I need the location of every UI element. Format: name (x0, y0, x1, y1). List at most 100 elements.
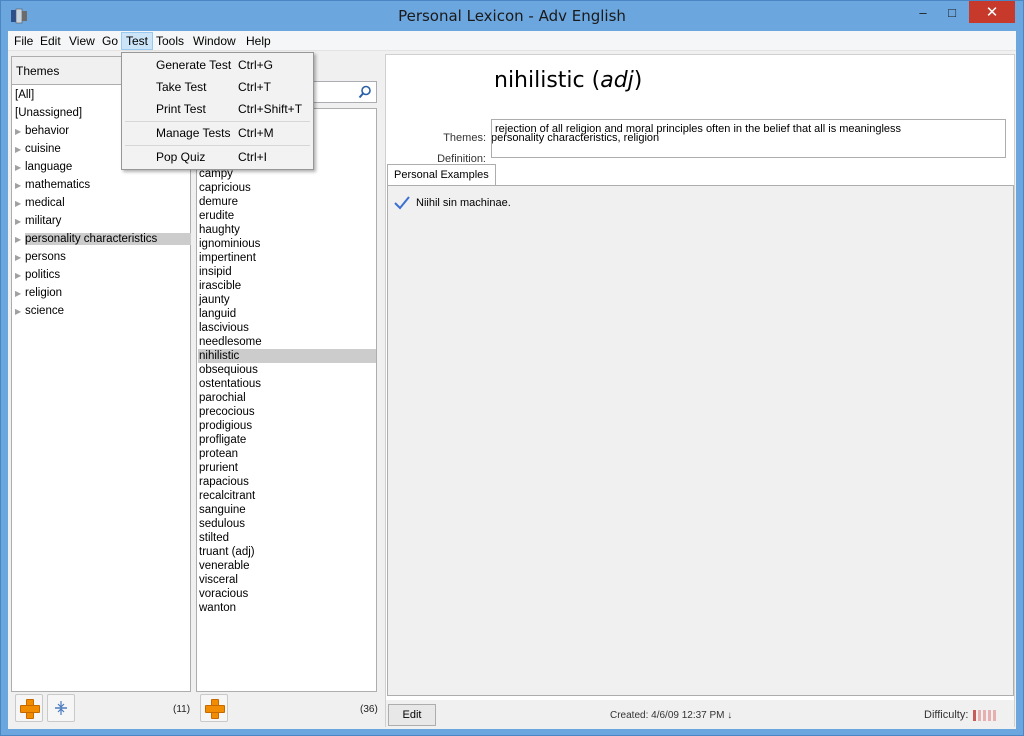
expand-arrow-icon[interactable]: ▶ (15, 231, 25, 249)
title-bar: Personal Lexicon - Adv English – □ ✕ (1, 1, 1023, 31)
expand-arrow-icon[interactable]: ▶ (15, 159, 25, 177)
word-list-item[interactable]: obsequious (198, 363, 376, 377)
theme-item[interactable]: ▶ military (15, 212, 61, 230)
word-list-item[interactable]: stilted (198, 531, 376, 545)
word-list-item[interactable]: voracious (198, 587, 376, 601)
word-list-item[interactable]: nihilistic (198, 349, 376, 363)
word-list-item[interactable]: lascivious (198, 321, 376, 335)
part-of-speech: adj (600, 68, 634, 93)
definition-field[interactable]: rejection of all religion and moral prin… (491, 119, 1006, 158)
theme-label: science (25, 305, 64, 317)
word-list-item[interactable]: prodigious (198, 419, 376, 433)
menu-item-label: Take Test (156, 80, 207, 94)
word-list-item[interactable]: languid (198, 307, 376, 321)
expand-arrow-icon[interactable]: ▶ (15, 249, 25, 267)
word-list-item[interactable]: sanguine (198, 503, 376, 517)
minimize-button[interactable]: – (909, 1, 937, 23)
theme-label: [Unassigned] (15, 107, 83, 119)
word-list-item[interactable]: irascible (198, 279, 376, 293)
word-list-item[interactable]: insipid (198, 265, 376, 279)
menu-print-test[interactable]: Print Test Ctrl+Shift+T (123, 98, 312, 120)
word-title: nihilistic (adj) (494, 68, 643, 93)
menu-item-shortcut: Ctrl+I (238, 150, 268, 164)
words-toolbar: (36) (196, 692, 378, 726)
theme-item[interactable]: ▶ religion (15, 284, 62, 302)
theme-label: persons (25, 251, 66, 263)
theme-item[interactable]: ▶ behavior (15, 122, 69, 140)
expand-arrow-icon[interactable]: ▶ (15, 195, 25, 213)
word-list-item[interactable]: erudite (198, 209, 376, 223)
test-menu-dropdown: Generate Test Ctrl+G Take Test Ctrl+T Pr… (121, 52, 314, 170)
theme-item[interactable]: ▶ mathematics (15, 176, 90, 194)
word-list-item[interactable]: wanton (198, 601, 376, 615)
word-list-item[interactable]: ostentatious (198, 377, 376, 391)
menu-item-label: Manage Tests (156, 126, 231, 140)
search-icon[interactable] (358, 85, 372, 99)
word-list-item[interactable]: protean (198, 447, 376, 461)
tab-personal-examples[interactable]: Personal Examples (387, 164, 496, 186)
word-count: (36) (360, 704, 378, 715)
expand-arrow-icon[interactable]: ▶ (15, 285, 25, 303)
theme-item[interactable]: ▶ language (15, 158, 72, 176)
menu-test[interactable]: Test (121, 32, 154, 50)
collapse-icon (55, 701, 67, 715)
theme-label: language (25, 161, 73, 173)
window-title: Personal Lexicon - Adv English (398, 7, 626, 25)
menu-window[interactable]: Window (189, 32, 240, 50)
word-list-item[interactable]: impertinent (198, 251, 376, 265)
theme-item[interactable]: ▶ persons (15, 248, 66, 266)
menu-pop-quiz[interactable]: Pop Quiz Ctrl+I (123, 146, 312, 168)
collapse-button[interactable] (47, 694, 75, 722)
maximize-button[interactable]: □ (938, 1, 966, 23)
expand-arrow-icon[interactable]: ▶ (15, 123, 25, 141)
menu-file[interactable]: File (10, 32, 37, 50)
menu-edit[interactable]: Edit (36, 32, 65, 50)
expand-arrow-icon[interactable]: ▶ (15, 213, 25, 231)
theme-item[interactable]: [All] (15, 86, 34, 104)
theme-item[interactable]: ▶ politics (15, 266, 60, 284)
word-list-item[interactable]: jaunty (198, 293, 376, 307)
add-word-button[interactable] (200, 694, 228, 722)
word-list-item[interactable]: ignominious (198, 237, 376, 251)
edit-button[interactable]: Edit (388, 704, 436, 726)
menu-manage-tests[interactable]: Manage Tests Ctrl+M (123, 122, 312, 144)
word-list-item[interactable]: visceral (198, 573, 376, 587)
theme-item[interactable]: ▶ cuisine (15, 140, 61, 158)
word-list-item[interactable]: rapacious (198, 475, 376, 489)
expand-arrow-icon[interactable]: ▶ (15, 303, 25, 321)
word-list-item[interactable]: precocious (198, 405, 376, 419)
difficulty-indicator[interactable]: Difficulty: (924, 709, 998, 721)
theme-label: cuisine (25, 143, 61, 155)
word-list-item[interactable]: capricious (198, 181, 376, 195)
example-item[interactable]: Niihil sin machinae. (394, 196, 511, 210)
word-list-item[interactable]: prurient (198, 461, 376, 475)
add-theme-button[interactable] (15, 694, 43, 722)
menu-take-test[interactable]: Take Test Ctrl+T (123, 76, 312, 98)
word-list-item[interactable]: parochial (198, 391, 376, 405)
word-list-item[interactable]: sedulous (198, 517, 376, 531)
menu-go[interactable]: Go (98, 32, 122, 50)
theme-item[interactable]: ▶ personality characteristics (15, 230, 192, 249)
word-list-item[interactable]: truant (adj) (198, 545, 376, 559)
close-button[interactable]: ✕ (969, 1, 1015, 23)
word-list-item[interactable]: recalcitrant (198, 489, 376, 503)
word-list-item[interactable]: haughty (198, 223, 376, 237)
theme-item[interactable]: [Unassigned] (15, 104, 82, 122)
word-list-item[interactable]: venerable (198, 559, 376, 573)
theme-item[interactable]: ▶ medical (15, 194, 65, 212)
checkmark-icon (394, 196, 410, 210)
client-area: File Edit View Go Test Tools Window Help… (8, 31, 1016, 729)
menu-help[interactable]: Help (242, 32, 275, 50)
theme-label: religion (25, 287, 63, 299)
word-list-item[interactable]: profligate (198, 433, 376, 447)
menu-tools[interactable]: Tools (152, 32, 188, 50)
word-list-item[interactable]: needlesome (198, 335, 376, 349)
menu-bar: File Edit View Go Test Tools Window Help (8, 31, 1016, 51)
theme-item[interactable]: ▶ science (15, 302, 64, 320)
expand-arrow-icon[interactable]: ▶ (15, 177, 25, 195)
word-list-item[interactable]: demure (198, 195, 376, 209)
expand-arrow-icon[interactable]: ▶ (15, 267, 25, 285)
menu-view[interactable]: View (65, 32, 99, 50)
expand-arrow-icon[interactable]: ▶ (15, 141, 25, 159)
menu-generate-test[interactable]: Generate Test Ctrl+G (123, 54, 312, 76)
